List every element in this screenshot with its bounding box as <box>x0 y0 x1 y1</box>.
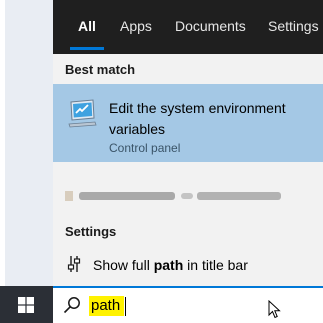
setting-result-label: Show full path in title bar <box>93 257 248 273</box>
tab-apps[interactable]: Apps <box>120 18 152 34</box>
toggle-icon <box>67 256 81 272</box>
best-match-subtitle: Control panel <box>109 141 181 155</box>
best-match-result[interactable]: Edit the system environment variables Co… <box>53 84 323 162</box>
active-tab-indicator <box>70 47 104 50</box>
windows-start-icon[interactable] <box>18 297 34 313</box>
best-match-title: Edit the system environment variables <box>109 100 286 137</box>
search-box[interactable]: path <box>53 286 323 323</box>
blurred-result-row[interactable] <box>65 188 285 204</box>
search-tabs: All Apps Documents Settings <box>53 0 323 54</box>
best-match-heading: Best match <box>65 62 136 77</box>
mouse-cursor-icon <box>268 300 281 319</box>
tab-all[interactable]: All <box>78 18 96 34</box>
tab-documents[interactable]: Documents <box>175 18 246 34</box>
desktop-background <box>0 0 53 286</box>
text-caret <box>125 297 126 316</box>
settings-heading: Settings <box>65 224 117 239</box>
desktop-edge <box>0 0 5 286</box>
tab-settings[interactable]: Settings <box>268 18 319 34</box>
search-icon <box>63 297 80 314</box>
system-properties-icon <box>68 99 97 128</box>
search-input[interactable]: path <box>91 297 120 314</box>
taskbar <box>0 286 53 323</box>
setting-result-row[interactable]: Show full path in title bar <box>53 252 323 280</box>
start-search-panel: All Apps Documents Settings Best match E… <box>53 0 323 286</box>
